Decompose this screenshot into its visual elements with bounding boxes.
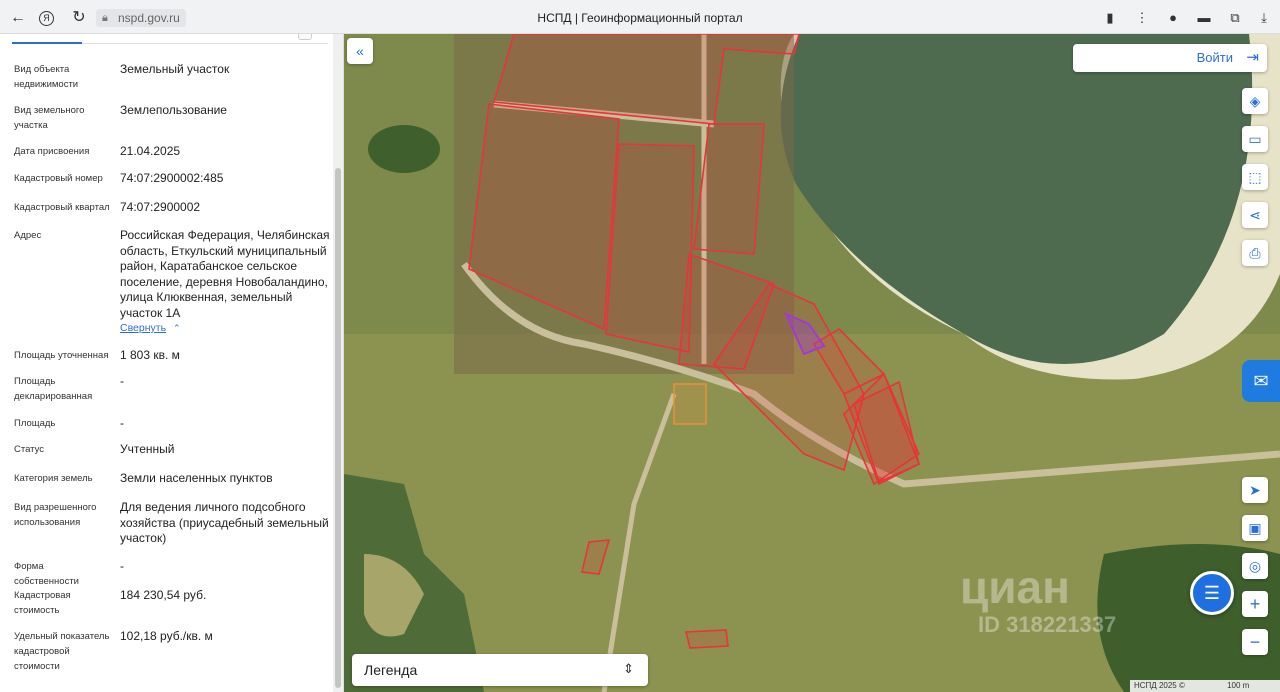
feedback-tab-icon[interactable]: ✉ [1242,360,1280,402]
print-icon[interactable]: ⎙ [1242,240,1268,266]
field-label: Площадь [14,418,56,429]
tabs [12,34,328,44]
satellite-map[interactable] [344,34,1280,692]
chat-icon[interactable]: ☰ [1190,571,1234,615]
chevron-updown-icon: ⇕ [623,661,634,676]
map-canvas[interactable] [344,34,1280,692]
cadastral-value: 184 230,54 руб. [120,588,207,602]
collapse-link-label[interactable]: Свернуть [120,322,166,334]
zoom-in-button[interactable]: + [1242,591,1268,617]
field-label: Кадастровая стоимость [14,590,71,616]
field-label: Статус [14,444,45,455]
field-label: Категория земель [14,473,93,484]
download-icon[interactable]: ⤓ [1254,8,1274,28]
ruler-icon[interactable]: ▭ [1242,126,1268,152]
copyright-text: НСПД 2025 © [1134,681,1185,690]
field-label: Площадь уточненная [14,350,109,361]
login-icon: ⇥ [1246,49,1259,66]
field-value: Земли населенных пунктов [120,471,273,485]
field-label: Площадь декларированная [14,376,93,402]
field-label: Кадастровый номер [14,173,103,184]
share-icon[interactable]: ⋖ [1242,202,1268,228]
field-value: - [120,374,124,388]
field-value: Для ведения личного подсобного хозяйства… [120,500,329,545]
parcel[interactable] [673,383,707,425]
field-value: Земельный участок [120,62,230,76]
field-label: Вид земельного участка [14,105,85,131]
field-value: 102,18 руб./кв. м [120,629,213,643]
collapse-link[interactable]: Свернуть ⌃ [120,322,181,334]
tree-clump [368,125,440,173]
watermark-logo: циан [960,561,1070,613]
profile-icon[interactable]: ● [1163,8,1183,28]
field-label: Удельный показатель кадастровой стоимост… [14,631,110,672]
status-value: Учтенный [120,442,175,456]
login-label: Войти [1196,50,1233,65]
login-button[interactable]: Войти ⇥ [1073,44,1267,72]
field-label: Дата присвоения [14,146,90,157]
tabs-scroll-button[interactable] [298,34,312,40]
collapse-panel-button[interactable]: « [347,38,373,64]
field-label: Адрес [14,230,42,241]
field-label: Вид объекта недвижимости [14,64,79,90]
layers-icon[interactable]: ◈ [1242,88,1268,114]
cadastral-quarter-value: 74:07:2900002 [120,200,201,214]
legend-select[interactable]: Легенда ⇕ [352,654,648,686]
bookmark-icon[interactable]: ▮ [1100,8,1120,28]
parcel[interactable] [605,143,695,353]
address-value: Российская Федерация, Челябинская област… [120,228,330,320]
watermark-id: ID 318221337 [978,612,1117,637]
field-value: 21.04.2025 [120,144,181,158]
field-label: Кадастровый квартал [14,202,110,213]
field-value: Землепользование [120,103,227,117]
minimap-icon[interactable]: ▣ [1242,515,1268,541]
chevron-up-icon: ⌃ [172,323,181,333]
extension-icon[interactable]: ⧉ [1225,8,1245,28]
field-label: Вид разрешенного использования [14,502,97,528]
field-value: 1 803 кв. м [120,348,180,362]
browser-toolbar: ← Я ↻ 🔒︎ nspd.gov.ru НСПД | Геоинформаци… [0,0,1280,34]
page-title: НСПД | Геоинформационный портал [537,11,743,25]
scale-length: 100 m [1227,681,1250,690]
panel-scrollbar-thumb[interactable] [335,168,341,688]
object-info-panel: Вид объекта недвижимости Земельный участ… [0,34,344,692]
geolocation-icon[interactable]: ➤ [1242,477,1268,503]
field-label: Форма собственности [14,561,79,587]
tab-active-indicator[interactable] [12,42,82,44]
cadastral-number-value: 74:07:2900002:485 [120,171,224,185]
more-icon[interactable]: ⋮ [1132,8,1152,28]
scale-bar: НСПД 2025 © 100 m [1130,680,1280,692]
field-value: - [120,416,124,430]
select-area-icon[interactable]: ⬚ [1242,164,1268,190]
parcel[interactable] [684,629,729,649]
field-value: - [120,559,124,573]
pocket-icon[interactable]: ▬ [1194,8,1214,28]
zoom-out-button[interactable]: − [1242,629,1268,655]
legend-label: Легенда [364,662,418,678]
search-location-icon[interactable]: ◎ [1242,553,1268,579]
